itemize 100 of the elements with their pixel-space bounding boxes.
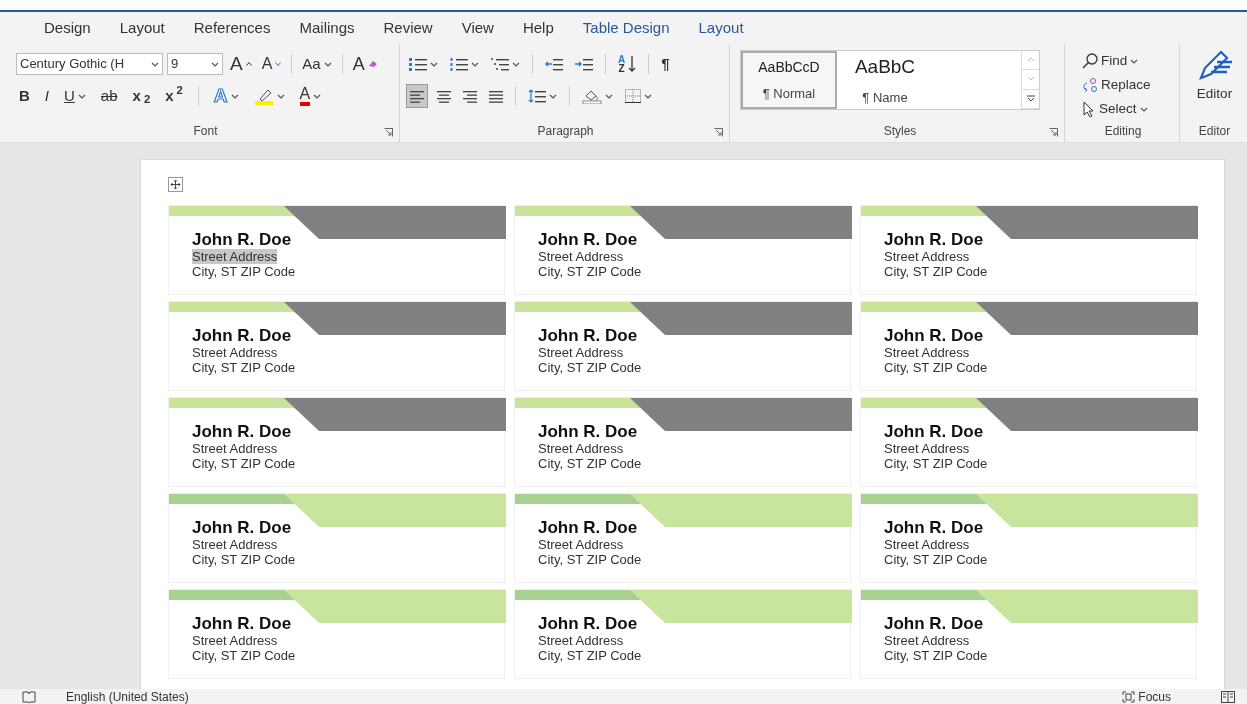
outdent-icon [545,57,563,71]
font-color-button[interactable]: A [296,84,325,108]
sort-button[interactable]: A Z [615,52,640,76]
caret-icon [605,93,613,99]
ribbon-tab[interactable]: Layout [698,16,744,40]
address-text: Street Address [884,249,970,264]
more-styles-icon[interactable] [1026,95,1035,103]
caret-icon [430,61,438,67]
address-text: Street Address [538,441,624,456]
clear-formatting-button[interactable]: A [349,52,381,76]
city-text: City, ST ZIP Code [884,360,988,375]
align-center-icon [437,89,451,103]
format-button[interactable]: U [61,84,89,108]
ribbon-tab[interactable]: Table Design [582,16,670,40]
caret-icon [151,61,159,67]
dialog-launcher-icon[interactable] [714,128,723,137]
field-value: 9 [171,55,179,74]
align-button[interactable] [406,84,428,108]
down-arrow-icon [628,56,637,72]
ribbon-tab[interactable]: Help [522,16,554,40]
city-text: City, ST ZIP Code [538,360,642,375]
name-text: John R. Doe [538,422,638,441]
format-button[interactable]: B [16,84,33,108]
editor-button[interactable]: Editor [1193,50,1236,122]
focus-button[interactable]: Focus [1122,690,1171,704]
name-text: John R. Doe [192,230,292,249]
ribbon-tab[interactable]: Layout [119,16,165,40]
city-text: City, ST ZIP Code [884,648,988,663]
shrink-font-button[interactable]: A [258,52,285,76]
city-text: City, ST ZIP Code [538,648,642,663]
address-text: Street Address [538,249,624,264]
focus-icon [1122,691,1136,703]
dialog-launcher-icon[interactable] [1049,128,1058,137]
address-text: Street Address [538,537,624,552]
address-text: Street Address [538,633,624,648]
city-text: City, ST ZIP Code [192,648,296,663]
group-label: Editor [1198,124,1231,138]
field-value: Century Gothic (H [20,55,125,74]
city-text: City, ST ZIP Code [884,456,988,471]
font-size-field[interactable]: 9 [167,53,223,75]
table-move-handle-icon[interactable] [168,177,183,192]
caret-icon [512,61,520,67]
replace-button[interactable]: Replace [1079,74,1175,96]
ribbon-tab[interactable]: Mailings [299,16,355,40]
up-caret-icon [245,62,252,66]
pen-icon [1196,50,1233,80]
name-text: John R. Doe [884,518,984,537]
format-button[interactable]: I [41,84,52,108]
address-text: Street Address [884,633,970,648]
book-icon[interactable] [22,691,36,703]
address-text: Street Address [192,441,278,456]
ribbon-tab[interactable]: Design [44,16,91,40]
language-text[interactable]: English (United States) [66,688,189,704]
caret-icon [323,61,332,67]
name-text: John R. Doe [192,518,292,537]
align-justify-icon [489,89,503,103]
address-text: Street Address [192,345,278,360]
ribbon-tab[interactable]: References [193,16,271,40]
caret-icon [211,61,219,67]
name-text: John R. Doe [538,518,638,537]
change-case-button[interactable]: Aa [299,52,335,76]
highlighter-icon [253,87,274,105]
group-label: Editing [1104,124,1142,138]
format-button[interactable]: x$_{2}$ [129,84,154,108]
format-button[interactable]: x$^{2}$ [162,84,186,108]
address-text: Street Address [884,441,970,456]
eraser-icon [367,60,378,68]
group-label: Paragraph [537,124,594,138]
city-text: City, ST ZIP Code [884,552,988,567]
group-label: Styles [883,124,917,138]
select-button[interactable]: Select [1079,98,1175,120]
search-icon [1082,53,1098,69]
caret-icon [1130,58,1139,64]
name-text: John R. Doe [538,326,638,345]
style-item[interactable]: AaBbC ¶ Name [837,51,933,109]
caret-icon [276,93,285,99]
grow-font-button[interactable]: A [227,52,255,76]
address-text: Street Address [884,537,970,552]
dialog-launcher-icon[interactable] [384,128,393,137]
align-left-icon [410,89,424,103]
caret-icon [313,93,322,99]
address-text: Street Address [884,345,970,360]
indent-icon [575,57,593,71]
numbered-list-icon [450,57,468,71]
caret-icon [549,93,557,99]
city-text: City, ST ZIP Code [192,360,296,375]
name-text: John R. Doe [538,230,638,249]
format-button[interactable]: ab [97,84,121,108]
ribbon-tab[interactable]: View [461,16,494,40]
ribbon-tab[interactable]: Review [383,16,433,40]
cursor-icon [1082,101,1096,117]
paint-bucket-icon [582,88,602,104]
caret-icon [1139,106,1148,112]
bullet-list-icon [409,57,427,71]
style-item[interactable]: AaBbCcD ¶ Normal [741,51,837,109]
show-marks-button[interactable]: ¶ [658,52,673,76]
line-spacing-icon [528,89,546,103]
font-name-field[interactable]: Century Gothic (H [16,53,163,75]
read-mode-icon[interactable] [1221,691,1235,703]
find-button[interactable]: Find [1079,50,1175,72]
